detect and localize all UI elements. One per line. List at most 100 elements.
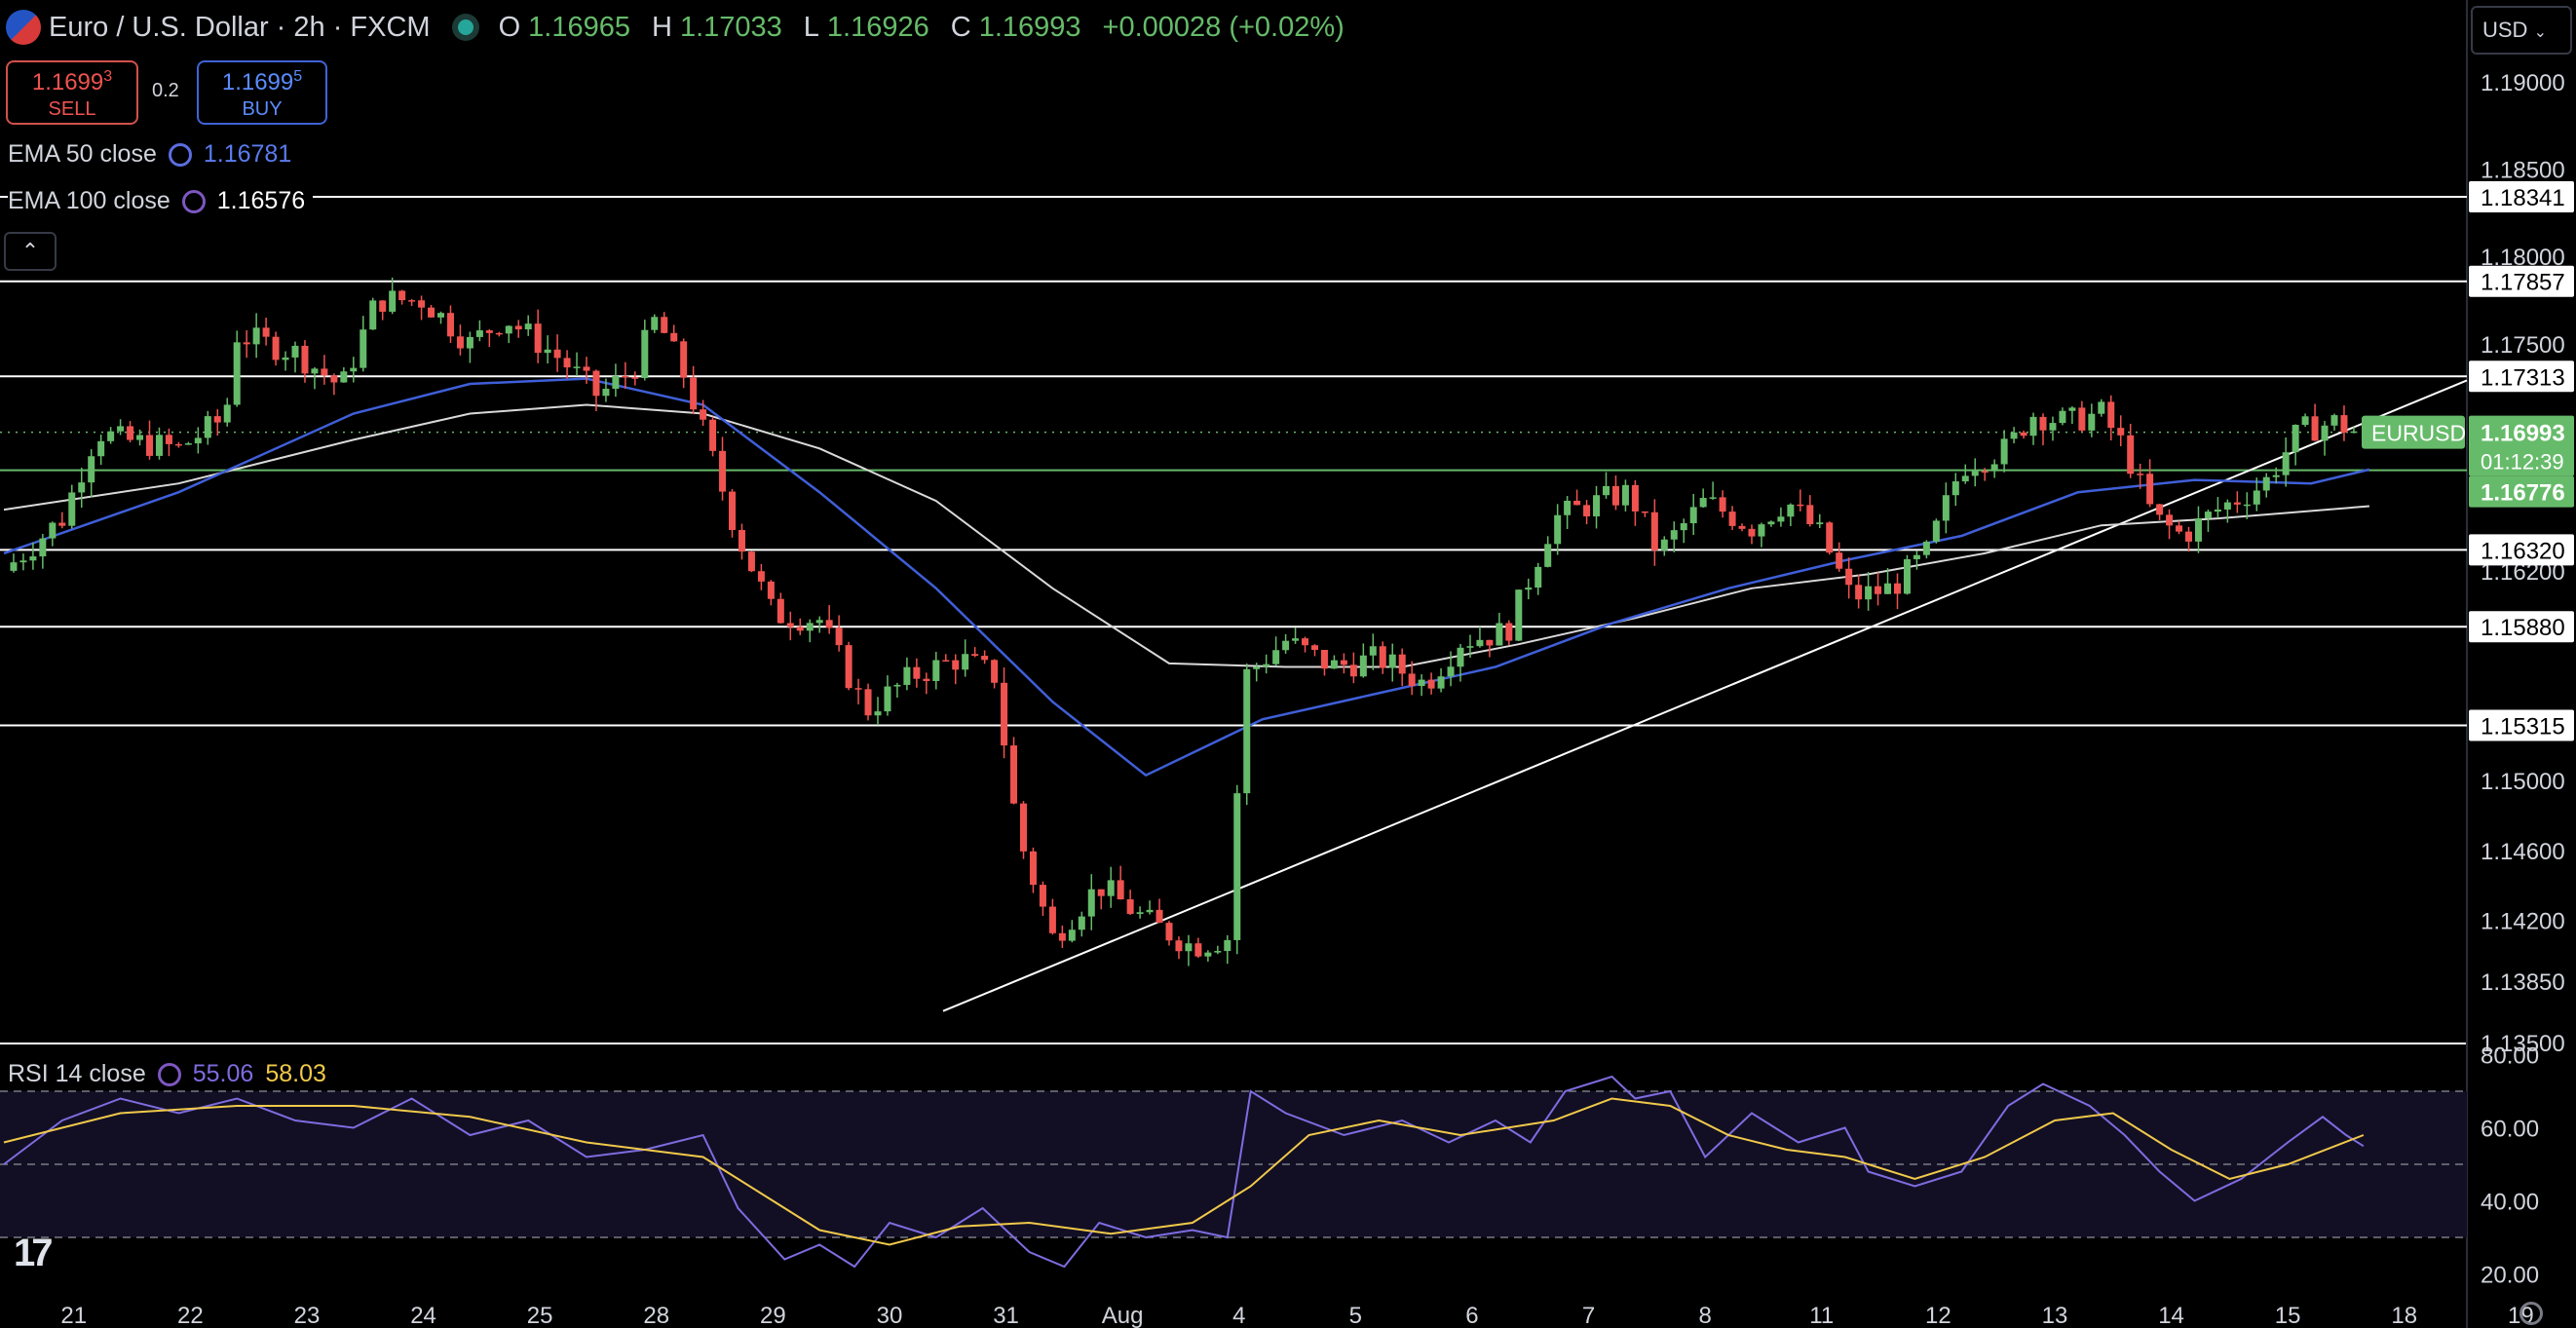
ema100-value: 1.16576 <box>216 187 306 214</box>
symbol-tag-label: EURUSD <box>2371 421 2466 446</box>
spread-value: 0.2 <box>152 80 179 101</box>
candle-body <box>806 623 814 631</box>
candle-body <box>1855 585 1863 600</box>
candle-body <box>738 529 745 552</box>
candle-body <box>893 684 901 687</box>
candle-body <box>10 562 18 571</box>
candle-body <box>174 443 182 446</box>
candle-body <box>2301 416 2309 426</box>
time-tick-label: Aug <box>1102 1303 1144 1328</box>
level-price-label: 1.16320 <box>2481 538 2565 564</box>
candle-body <box>747 551 755 572</box>
candle-body <box>1603 485 1610 496</box>
candle-body <box>1758 524 1765 537</box>
candle-body <box>1224 939 1231 952</box>
candle-body <box>1010 745 1018 804</box>
candle-body <box>1349 664 1357 677</box>
sync-icon[interactable] <box>181 189 206 213</box>
candle-body <box>981 656 989 661</box>
currency-selector[interactable]: USD ⌄ <box>2471 6 2572 55</box>
sell-button[interactable]: 1.16993 SELL <box>6 60 138 125</box>
ema50-label: EMA 50 close <box>8 140 157 168</box>
time-tick-label: 4 <box>1232 1303 1245 1328</box>
candle-body <box>854 688 862 690</box>
candle-body <box>2214 509 2221 512</box>
ema50-legend[interactable]: EMA 50 close 1.16781 <box>8 140 291 169</box>
candle-body <box>1001 682 1008 746</box>
candle-body <box>1155 909 1163 924</box>
buy-button[interactable]: 1.16995 BUY <box>197 60 327 125</box>
candle-body <box>321 368 328 376</box>
candle-body <box>1263 664 1270 667</box>
candle-body <box>1593 495 1601 516</box>
rsi-legend[interactable]: RSI 14 close 55.06 58.03 <box>8 1060 326 1088</box>
candle-body <box>233 342 241 405</box>
countdown-label: 01:12:39 <box>2481 450 2564 474</box>
candle-body <box>389 290 397 312</box>
sync-icon[interactable] <box>168 142 192 167</box>
candle-body <box>223 404 231 423</box>
time-tick-label: 22 <box>177 1303 204 1328</box>
time-tick-label: 13 <box>2042 1303 2068 1328</box>
candle-body <box>729 491 736 530</box>
sell-label: SELL <box>48 98 96 120</box>
candle-body <box>680 341 688 378</box>
close-value: 1.16993 <box>978 11 1081 43</box>
candle-body <box>1476 639 1484 647</box>
candle-body <box>962 654 969 670</box>
candle-body <box>757 571 765 582</box>
candle-body <box>1826 522 1834 553</box>
chart-canvas[interactable]: 1.190001.185001.180001.175001.162001.150… <box>0 0 2576 1328</box>
time-tick-label: 12 <box>1925 1303 1951 1328</box>
candle-body <box>1078 916 1085 930</box>
candle-body <box>2311 416 2319 441</box>
candle-body <box>1942 495 1950 521</box>
candle-body <box>1631 484 1639 512</box>
candle-body <box>835 627 843 646</box>
candle-body <box>641 329 649 379</box>
ema100-label: EMA 100 close <box>8 187 170 214</box>
settings-icon[interactable] <box>2519 1302 2543 1325</box>
collapse-legend-button[interactable]: ⌃ <box>4 232 57 271</box>
candle-body <box>651 317 659 330</box>
time-tick-label: 31 <box>993 1303 1019 1328</box>
symbol-title[interactable]: Euro / U.S. Dollar · 2h · FXCM <box>49 12 431 44</box>
candle-body <box>2185 531 2192 542</box>
candle-body <box>282 357 289 360</box>
ema100-legend[interactable]: EMA 100 close 1.16576 <box>8 187 314 215</box>
candle-body <box>767 581 775 599</box>
sync-icon[interactable] <box>157 1062 181 1086</box>
candle-body <box>1272 650 1280 664</box>
candle-body <box>1903 558 1911 594</box>
candle-body <box>1039 885 1046 907</box>
tradingview-logo[interactable]: 17 <box>14 1232 53 1275</box>
buy-price-pip: 5 <box>293 68 303 85</box>
time-tick-label: 25 <box>527 1303 553 1328</box>
time-tick-label: 15 <box>2275 1303 2301 1328</box>
candle-body <box>340 371 348 383</box>
flag-icon <box>6 10 41 45</box>
rsi-ma-value: 58.03 <box>265 1060 326 1087</box>
candle-body <box>1981 471 1989 474</box>
candle-body <box>1787 504 1795 517</box>
candle-body <box>2039 416 2047 431</box>
level-price-label: 1.17857 <box>2481 270 2565 296</box>
price-tick-label: 1.14200 <box>2481 908 2565 934</box>
candle-body <box>1515 589 1523 641</box>
candle-body <box>117 426 125 432</box>
candle-body <box>2176 525 2183 532</box>
candle-body <box>2098 401 2105 414</box>
candle-body <box>262 327 270 337</box>
candle-body <box>1087 889 1095 917</box>
candle-body <box>952 660 960 670</box>
candle-body <box>1486 639 1494 646</box>
candle-body <box>1398 654 1406 674</box>
rsi-tick-label: 20.00 <box>2481 1263 2539 1289</box>
candle-body <box>2078 407 2086 431</box>
candle-body <box>903 666 911 685</box>
candle-body <box>272 336 280 360</box>
candle-body <box>1214 951 1222 953</box>
candle-body <box>1611 485 1619 506</box>
candle-body <box>2282 452 2290 475</box>
candle-body <box>68 492 76 526</box>
